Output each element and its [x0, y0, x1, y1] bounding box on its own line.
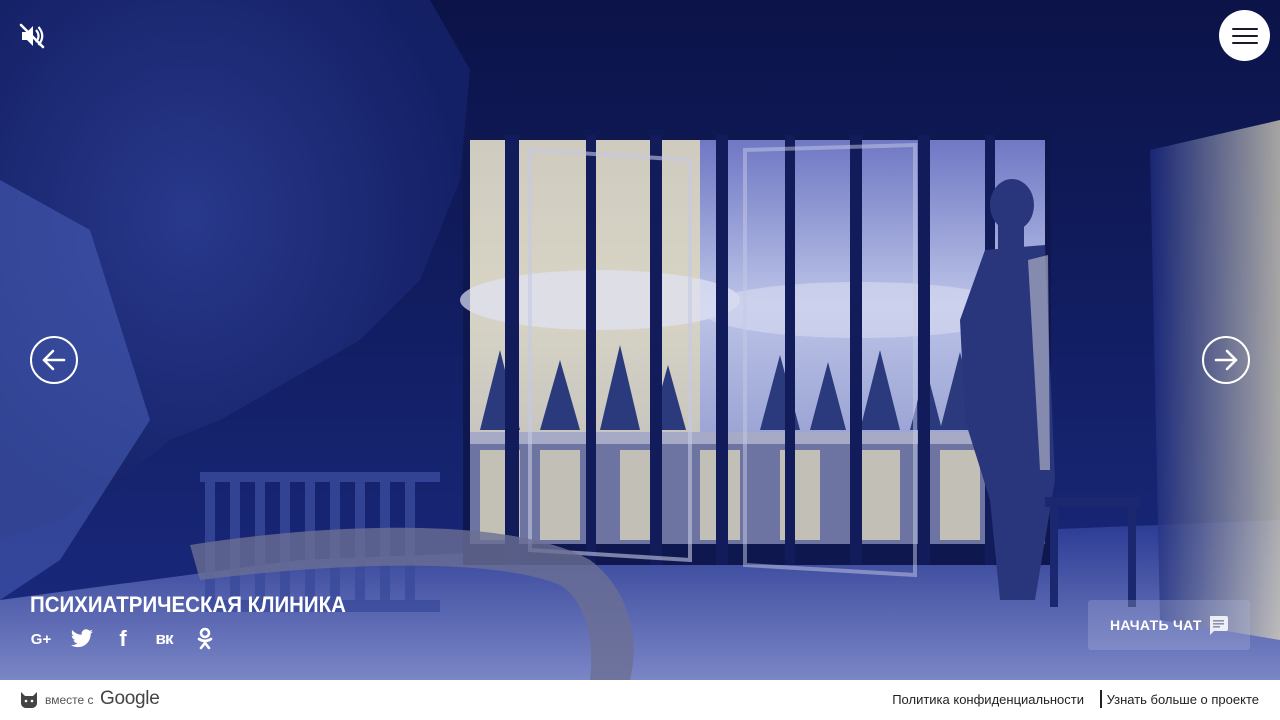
with-text: вместе с	[45, 693, 94, 707]
volume-off-icon	[19, 23, 45, 49]
previous-scene-button[interactable]	[30, 336, 78, 384]
google-plus-share-icon[interactable]: G+	[28, 626, 54, 652]
odnoklassniki-icon	[197, 627, 213, 650]
share-bar: G+ f вк	[28, 626, 218, 652]
hamburger-menu-icon	[1231, 27, 1258, 45]
twitter-bird-icon	[71, 629, 93, 648]
vk-share-icon[interactable]: вк	[151, 626, 177, 652]
learn-more-link[interactable]: Узнать больше о проекте	[1107, 692, 1259, 707]
scene-title: ПСИХИАТРИЧЕСКАЯ КЛИНИКА	[30, 592, 346, 617]
start-chat-label: НАЧАТЬ ЧАТ	[1110, 617, 1202, 633]
start-chat-button[interactable]: НАЧАТЬ ЧАТ	[1088, 600, 1250, 650]
clinic-scene-illustration	[0, 0, 1280, 680]
google-logo[interactable]: Google	[100, 688, 160, 710]
arrow-left-icon	[42, 349, 66, 371]
mute-button[interactable]	[14, 18, 50, 54]
scene-stage	[0, 0, 1280, 680]
facebook-share-icon[interactable]: f	[110, 626, 136, 652]
cat-mascot-icon	[21, 692, 37, 709]
footer-bar: вместе с Google Политика конфиденциально…	[0, 680, 1280, 720]
vk-glyph: вк	[155, 629, 174, 648]
odnoklassniki-share-icon[interactable]	[192, 626, 218, 652]
twitter-share-icon[interactable]	[69, 626, 95, 652]
next-scene-button[interactable]	[1202, 336, 1250, 384]
menu-button[interactable]	[1219, 10, 1270, 61]
arrow-right-icon	[1214, 349, 1238, 371]
chat-bubble-icon	[1210, 616, 1228, 635]
google-plus-glyph: G+	[30, 630, 52, 648]
privacy-policy-link[interactable]: Политика конфиденциальности	[892, 692, 1084, 707]
footer-divider	[1100, 690, 1102, 708]
facebook-glyph: f	[119, 626, 127, 651]
